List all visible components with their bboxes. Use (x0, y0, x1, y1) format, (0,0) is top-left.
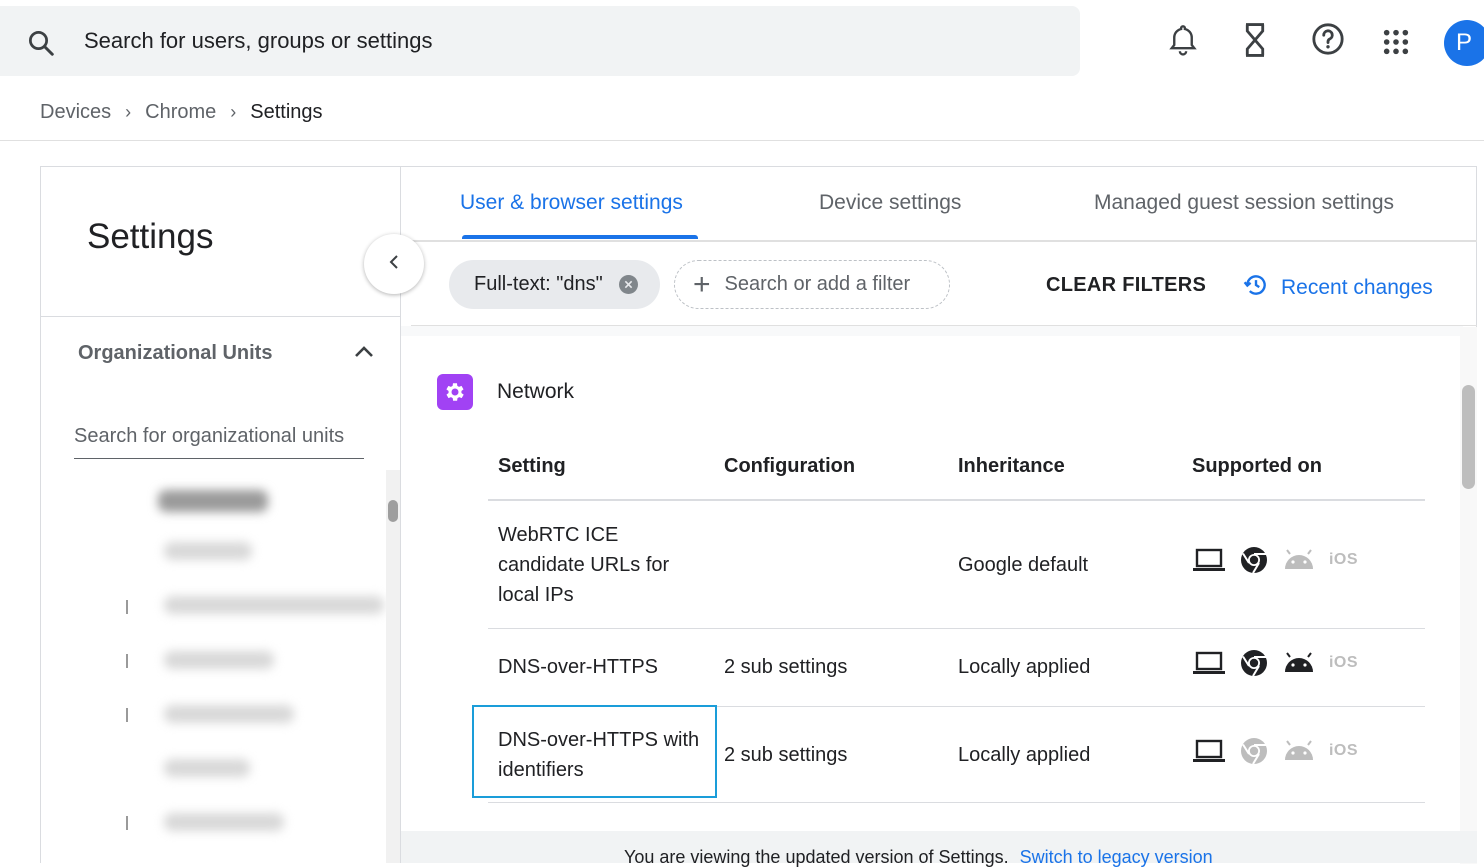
global-search-placeholder[interactable]: Search for users, groups or settings (84, 28, 433, 54)
org-tree-toggle[interactable] (126, 654, 128, 668)
settings-gear-icon (437, 374, 473, 410)
ios-label: iOS (1328, 742, 1359, 759)
android-icon (1276, 740, 1321, 762)
apps-grid-icon[interactable] (1382, 28, 1414, 68)
column-header-setting[interactable]: Setting (498, 455, 566, 478)
breadcrumb: Devices › Chrome › Settings (40, 101, 323, 124)
tab-user-browser-settings[interactable]: User & browser settings (460, 191, 683, 215)
laptop-icon (1186, 650, 1231, 676)
switch-to-legacy-link[interactable]: Switch to legacy version (1020, 847, 1213, 867)
main-scrollbar-thumb[interactable] (1462, 385, 1475, 489)
org-tree-item[interactable] (164, 542, 252, 560)
ios-label: iOS (1328, 551, 1359, 568)
filter-chip-fulltext[interactable]: Full-text: "dns" (449, 260, 660, 309)
clear-filters-button[interactable]: CLEAR FILTERS (1046, 274, 1206, 297)
org-tree-toggle[interactable] (126, 600, 128, 614)
laptop-icon (1186, 738, 1231, 764)
org-tree-item[interactable] (158, 490, 268, 512)
org-tree-item[interactable] (164, 651, 274, 669)
chrome-icon (1231, 737, 1276, 765)
org-tree-item[interactable] (164, 813, 284, 831)
hourglass-icon[interactable] (1242, 22, 1274, 62)
left-scrollbar-thumb[interactable] (388, 500, 398, 522)
row-divider (488, 628, 1425, 629)
setting-name-line: local IPs (498, 584, 574, 606)
inheritance-cell: Locally applied (958, 744, 1091, 766)
setting-name-line: candidate URLs for (498, 554, 670, 576)
global-search-bar[interactable]: Search for users, groups or settings (0, 6, 1080, 76)
android-icon (1276, 549, 1321, 571)
setting-name-webrtc[interactable]: WebRTC ICE candidate URLs for local IPs (498, 520, 669, 610)
column-header-supported-on[interactable]: Supported on (1192, 455, 1322, 478)
chevron-right-icon: › (230, 102, 237, 122)
content-top-shadow (401, 326, 1463, 336)
tab-managed-guest-session-settings[interactable]: Managed guest session settings (1094, 191, 1394, 215)
header-divider (0, 140, 1484, 141)
org-tree-toggle[interactable] (126, 816, 128, 830)
highlight-box (472, 705, 717, 798)
setting-name-line: WebRTC ICE (498, 524, 619, 546)
ios-label: iOS (1328, 654, 1359, 671)
configuration-cell: 2 sub settings (724, 744, 848, 766)
chrome-icon (1231, 649, 1276, 677)
collapse-sidebar-button[interactable] (364, 234, 424, 294)
laptop-icon (1186, 547, 1231, 573)
chevron-left-icon (387, 253, 401, 276)
inheritance-cell: Google default (958, 554, 1089, 576)
avatar[interactable]: P (1444, 20, 1484, 66)
org-tree-item[interactable] (164, 705, 294, 723)
breadcrumb-devices[interactable]: Devices (40, 101, 111, 124)
supported-platforms: iOS (1186, 737, 1366, 765)
add-filter-input[interactable]: + Search or add a filter (674, 260, 950, 309)
help-icon[interactable] (1311, 22, 1344, 62)
close-icon[interactable] (618, 275, 638, 294)
column-header-configuration[interactable]: Configuration (724, 455, 855, 478)
banner-text: You are viewing the updated version of S… (624, 847, 1009, 867)
inheritance-cell: Locally applied (958, 656, 1091, 678)
add-filter-placeholder: Search or add a filter (724, 273, 911, 295)
setting-name-dns-over-https[interactable]: DNS-over-HTTPS (498, 652, 658, 682)
row-divider (488, 802, 1425, 803)
search-icon[interactable] (26, 28, 56, 63)
org-tree-item[interactable] (164, 759, 250, 777)
supported-platforms: iOS (1186, 546, 1366, 574)
tabs-divider (411, 240, 1477, 242)
chevron-right-icon: › (125, 102, 132, 122)
column-header-inheritance[interactable]: Inheritance (958, 455, 1065, 478)
left-scrollbar-track[interactable] (386, 470, 400, 863)
recent-changes-label: Recent changes (1281, 276, 1433, 299)
section-title-network: Network (497, 380, 575, 403)
main-panel: User & browser settings Device settings … (401, 166, 1477, 864)
configuration-cell: 2 sub settings (724, 656, 848, 678)
android-icon (1276, 652, 1321, 674)
filter-chip-label: Full-text: "dns" (474, 273, 603, 295)
breadcrumb-settings: Settings (250, 101, 323, 123)
bell-icon[interactable] (1168, 22, 1200, 62)
legacy-version-banner: You are viewing the updated version of S… (401, 831, 1477, 867)
supported-platforms: iOS (1186, 649, 1366, 677)
breadcrumb-chrome[interactable]: Chrome (145, 101, 216, 124)
recent-changes-button[interactable]: Recent changes (1243, 272, 1433, 304)
org-tree-toggle[interactable] (126, 708, 128, 722)
header-row-divider (488, 499, 1425, 501)
history-icon (1243, 272, 1281, 304)
setting-name-line: DNS-over-HTTPS (498, 656, 659, 678)
chrome-icon (1231, 546, 1276, 574)
plus-icon: + (693, 267, 711, 301)
active-tab-indicator (462, 235, 698, 239)
org-tree-item[interactable] (164, 596, 384, 614)
tab-device-settings[interactable]: Device settings (819, 191, 961, 215)
org-tree (40, 166, 401, 863)
